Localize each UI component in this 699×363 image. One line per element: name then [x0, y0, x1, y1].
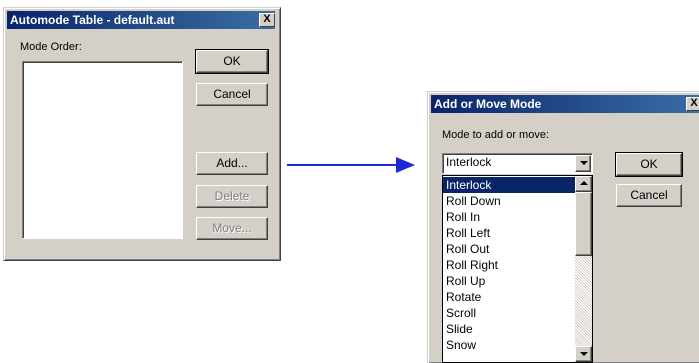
dropdown-option[interactable]: Scroll — [443, 305, 575, 321]
scroll-down-button[interactable] — [575, 346, 592, 362]
arrow-head-icon — [396, 157, 415, 173]
dropdown-option[interactable]: Roll Out — [443, 241, 575, 257]
dropdown-option[interactable]: Roll Left — [443, 225, 575, 241]
delete-mode-button[interactable]: Delete — [196, 185, 268, 208]
mode-dropdown-list[interactable]: Interlock Roll Down Roll In Roll Left Roll O… — [442, 175, 593, 363]
dropdown-option[interactable]: Snow — [443, 337, 575, 353]
mode-combobox-value: Interlock — [446, 155, 492, 169]
add-move-close-button[interactable]: X — [686, 97, 699, 111]
dropdown-option[interactable]: Roll In — [443, 209, 575, 225]
automode-dialog-title: Automode Table - default.aut — [10, 13, 175, 27]
add-move-cancel-button[interactable]: Cancel — [616, 184, 682, 207]
dropdown-option[interactable]: Interlock — [443, 177, 575, 193]
add-move-mode-dialog: Add or Move Mode X Mode to add or move: … — [427, 91, 699, 363]
automode-dialog-titlebar[interactable]: Automode Table - default.aut — [7, 11, 275, 29]
dropdown-option[interactable]: Roll Up — [443, 273, 575, 289]
chevron-down-icon — [580, 161, 588, 165]
chevron-down-icon — [580, 352, 588, 356]
mode-order-list[interactable] — [22, 61, 183, 239]
add-move-dialog-title: Add or Move Mode — [434, 97, 542, 111]
dropdown-options: Interlock Roll Down Roll In Roll Left Roll O… — [443, 177, 575, 353]
dropdown-option[interactable]: Rotate — [443, 289, 575, 305]
chevron-up-icon — [580, 181, 588, 185]
move-mode-button[interactable]: Move... — [196, 217, 268, 240]
automode-ok-button[interactable]: OK — [195, 49, 269, 74]
dropdown-option[interactable]: Roll Right — [443, 257, 575, 273]
combobox-dropdown-button[interactable] — [575, 155, 591, 172]
automode-cancel-button[interactable]: Cancel — [196, 83, 268, 106]
add-move-dialog-titlebar[interactable]: Add or Move Mode — [431, 95, 699, 113]
automode-table-dialog: Automode Table - default.aut X Mode Orde… — [3, 7, 281, 261]
scroll-up-button[interactable] — [575, 176, 592, 192]
mode-combobox[interactable]: Interlock — [442, 153, 593, 174]
mode-to-add-label: Mode to add or move: — [442, 129, 550, 141]
dropdown-option[interactable]: Slide — [443, 321, 575, 337]
dropdown-option[interactable]: Roll Down — [443, 193, 575, 209]
scroll-track[interactable] — [575, 256, 592, 346]
close-icon: X — [690, 97, 698, 109]
automode-close-button[interactable]: X — [259, 13, 275, 27]
mode-order-label: Mode Order: — [20, 41, 82, 53]
close-icon: X — [263, 13, 271, 25]
add-mode-button[interactable]: Add... — [196, 152, 268, 175]
add-move-ok-button[interactable]: OK — [615, 152, 683, 177]
dropdown-scrollbar[interactable] — [575, 176, 592, 362]
scroll-thumb[interactable] — [575, 192, 592, 256]
